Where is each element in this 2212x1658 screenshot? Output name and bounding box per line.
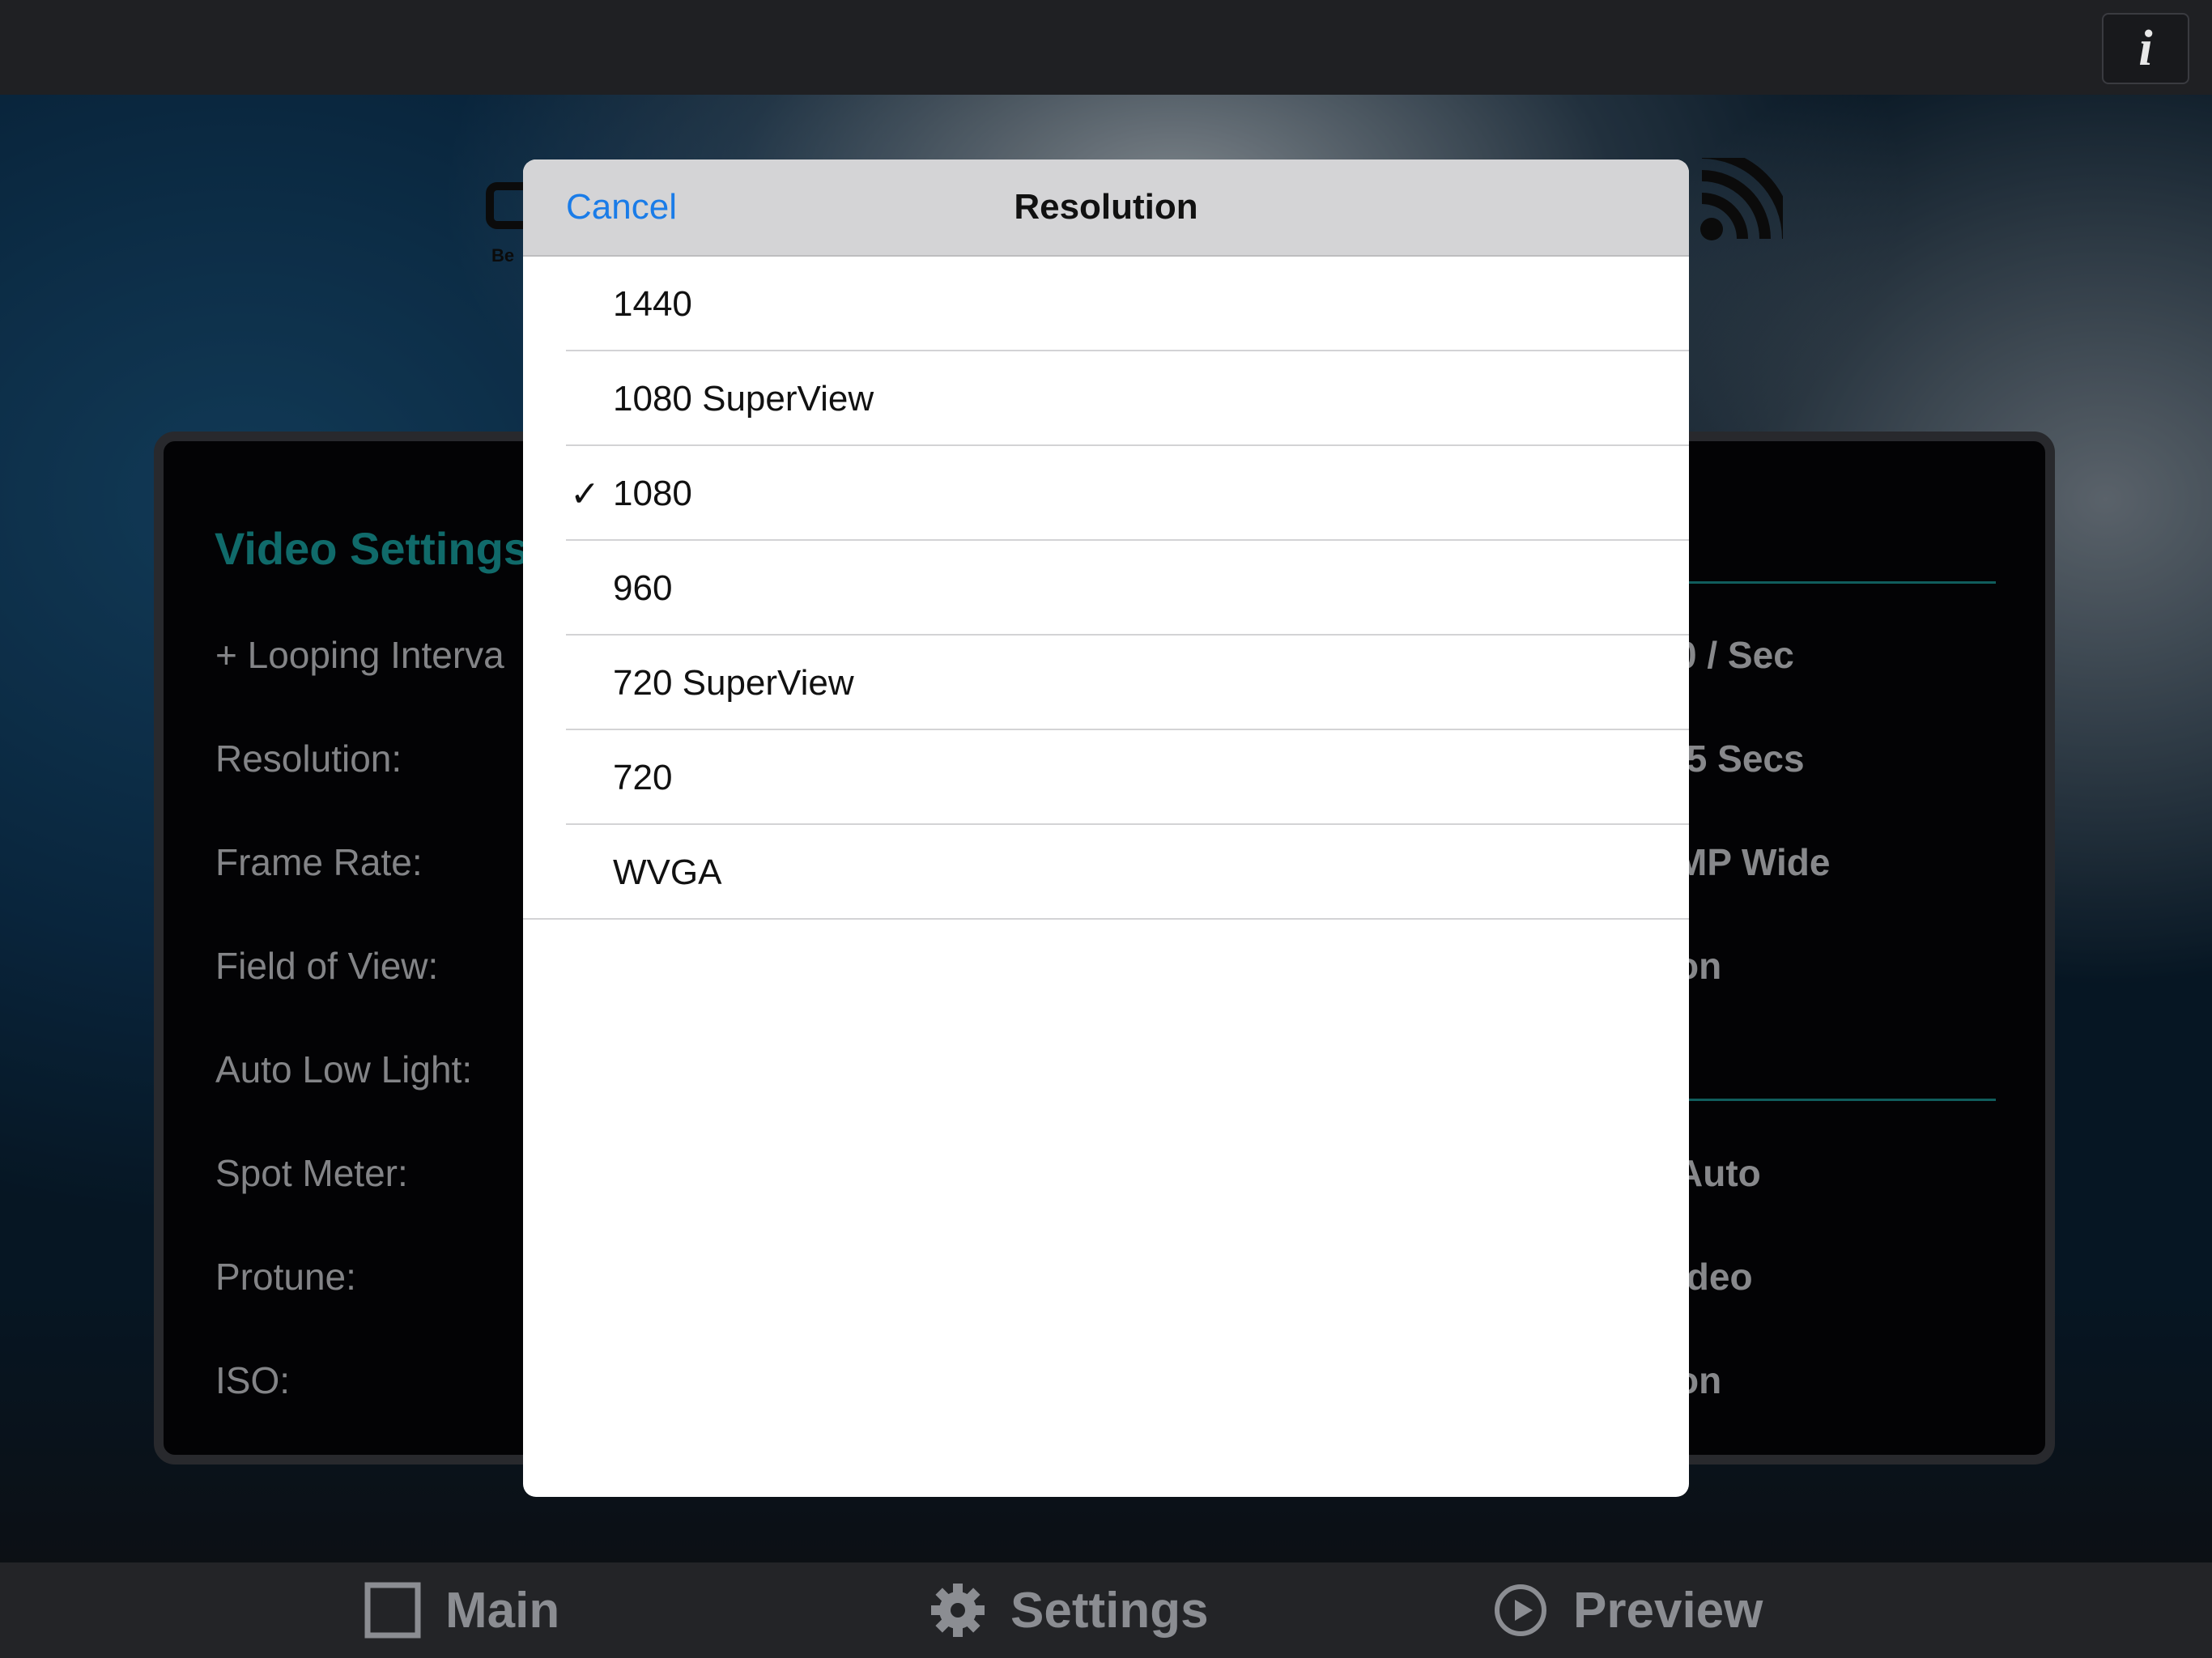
tab-label: Main (445, 1582, 560, 1639)
tab-preview[interactable]: Preview (1492, 1562, 1763, 1658)
tab-label: Preview (1573, 1582, 1763, 1639)
resolution-option-960[interactable]: 960 (566, 541, 1689, 636)
modal-title: Resolution (1014, 187, 1198, 227)
tab-label: Settings (1010, 1582, 1209, 1639)
info-icon: i (2138, 20, 2153, 76)
square-icon (364, 1582, 421, 1639)
resolution-option-1440[interactable]: 1440 (566, 257, 1689, 351)
resolution-option-list: 1440 1080 SuperView ✓ 1080 960 720 Super… (523, 257, 1689, 920)
bottom-tab-bar: Main Settings Preview (0, 1562, 2212, 1658)
tab-main[interactable]: Main (364, 1562, 559, 1658)
option-label: 1080 (613, 474, 692, 513)
resolution-option-720-superview[interactable]: 720 SuperView (566, 636, 1689, 730)
resolution-option-720[interactable]: 720 (566, 730, 1689, 825)
info-button[interactable]: i (2102, 13, 2189, 84)
play-circle-icon (1495, 1584, 1546, 1636)
checkmark-icon: ✓ (570, 474, 600, 514)
option-label: WVGA (613, 852, 722, 892)
option-label: 720 SuperView (613, 663, 854, 703)
cancel-button[interactable]: Cancel (566, 187, 677, 227)
modal-header: Resolution Cancel (523, 159, 1689, 257)
resolution-option-1080-superview[interactable]: 1080 SuperView (566, 351, 1689, 446)
resolution-picker-modal: Resolution Cancel 1440 1080 SuperView ✓ … (523, 159, 1689, 1497)
option-label: 1080 SuperView (613, 379, 874, 419)
option-label: 720 (613, 758, 673, 797)
option-label: 1440 (613, 284, 692, 324)
top-bar: i (0, 0, 2212, 95)
tab-settings[interactable]: Settings (929, 1562, 1209, 1658)
option-label: 960 (613, 568, 673, 608)
gear-icon (931, 1584, 985, 1637)
resolution-option-1080[interactable]: ✓ 1080 (566, 446, 1689, 541)
resolution-option-wvga[interactable]: WVGA (523, 825, 1689, 920)
